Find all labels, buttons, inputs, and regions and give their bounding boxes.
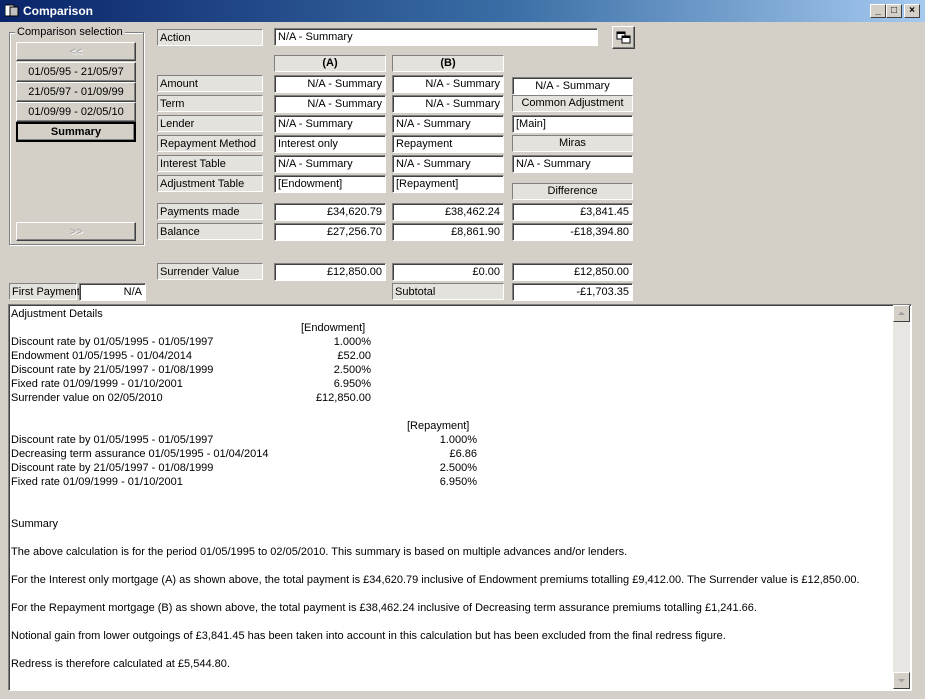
- close-button[interactable]: ×: [904, 4, 920, 18]
- payments-difference-field[interactable]: £3,841.45: [512, 203, 633, 221]
- payments-made-label: Payments made: [157, 203, 263, 220]
- next-button[interactable]: >>: [16, 222, 136, 241]
- amount-c-field[interactable]: N/A - Summary: [512, 77, 633, 95]
- cascade-windows-icon: [616, 31, 631, 44]
- endowment-line-label: Fixed rate 01/09/1999 - 01/10/2001: [11, 378, 183, 390]
- endowment-line-label: Discount rate by 01/05/1995 - 01/05/1997: [11, 336, 214, 348]
- amount-label: Amount: [157, 75, 263, 92]
- repayment-line-label: Discount rate by 21/05/1997 - 01/08/1999: [11, 462, 214, 474]
- comparison-selection-label: Comparison selection: [15, 26, 125, 38]
- endowment-line-value: 2.500%: [333, 364, 371, 376]
- miras-field[interactable]: N/A - Summary: [512, 155, 633, 173]
- repayment-line-label: Discount rate by 01/05/1995 - 01/05/1997: [11, 434, 214, 446]
- scroll-down-button[interactable]: [893, 672, 910, 689]
- action-field[interactable]: N/A - Summary: [274, 28, 598, 46]
- balance-label: Balance: [157, 223, 263, 240]
- interest-table-label: Interest Table: [157, 155, 263, 172]
- repayment-line-value: 1.000%: [439, 434, 477, 446]
- amount-b-field[interactable]: N/A - Summary: [392, 75, 504, 93]
- summary-paragraph: Redress is therefore calculated at £5,54…: [11, 658, 230, 670]
- summary-button[interactable]: Summary: [16, 122, 136, 142]
- compare-windows-button[interactable]: [612, 26, 635, 49]
- repayment-header: [Repayment]: [407, 420, 470, 432]
- repayment-line-value: 6.950%: [439, 476, 477, 488]
- repayment-line-label: Decreasing term assurance 01/05/1995 - 0…: [11, 448, 269, 460]
- adjustment-table-label: Adjustment Table: [157, 175, 263, 192]
- surrender-value-label: Surrender Value: [157, 263, 263, 280]
- endowment-line-value: 6.950%: [333, 378, 371, 390]
- app-icon: [5, 4, 19, 17]
- balance-a-field[interactable]: £27,256.70: [274, 223, 386, 241]
- arrow-up-icon: [898, 311, 905, 315]
- subtotal-field[interactable]: -£1,703.35: [512, 283, 633, 301]
- term-b-field[interactable]: N/A - Summary: [392, 95, 504, 113]
- payments-made-b-field[interactable]: £38,462.24: [392, 203, 504, 221]
- endowment-line-value: 1.000%: [333, 336, 371, 348]
- surrender-difference-field[interactable]: £12,850.00: [512, 263, 633, 281]
- title-bar[interactable]: [0, 0, 925, 22]
- first-payment-field[interactable]: N/A: [79, 283, 146, 301]
- period-item-3[interactable]: 01/09/99 - 02/05/10: [16, 102, 136, 122]
- endowment-line-label: Discount rate by 21/05/1997 - 01/08/1999: [11, 364, 214, 376]
- surrender-value-b-field[interactable]: £0.00: [392, 263, 504, 281]
- balance-b-field[interactable]: £8,861.90: [392, 223, 504, 241]
- summary-paragraph: For the Repayment mortgage (B) as shown …: [11, 602, 757, 614]
- scroll-up-button[interactable]: [893, 305, 910, 322]
- surrender-value-a-field[interactable]: £12,850.00: [274, 263, 386, 281]
- period-item-1[interactable]: 01/05/95 - 21/05/97: [16, 62, 136, 82]
- lender-b-field[interactable]: N/A - Summary: [392, 115, 504, 133]
- adjustment-table-b-field[interactable]: [Repayment]: [392, 175, 504, 193]
- common-adjustment-header: Common Adjustment: [512, 95, 633, 112]
- term-a-field[interactable]: N/A - Summary: [274, 95, 386, 113]
- interest-table-a-field[interactable]: N/A - Summary: [274, 155, 386, 173]
- miras-header: Miras: [512, 135, 633, 152]
- repayment-method-b-field[interactable]: Repayment: [392, 135, 504, 153]
- difference-header: Difference: [512, 183, 633, 200]
- summary-paragraph: The above calculation is for the period …: [11, 546, 628, 558]
- repayment-method-a-field[interactable]: Interest only: [274, 135, 386, 153]
- endowment-line-label: Endowment 01/05/1995 - 01/04/2014: [11, 350, 193, 362]
- endowment-line-label: Surrender value on 02/05/2010: [11, 392, 163, 404]
- summary-paragraph: For the Interest only mortgage (A) as sh…: [11, 574, 860, 586]
- endowment-line-value: £12,850.00: [315, 392, 371, 404]
- adjustment-table-a-field[interactable]: [Endowment]: [274, 175, 386, 193]
- summary-paragraph: Notional gain from lower outgoings of £3…: [11, 630, 726, 642]
- repayment-line-value: 2.500%: [439, 462, 477, 474]
- maximize-button[interactable]: □: [886, 4, 902, 18]
- summary-heading: Summary: [11, 518, 59, 530]
- report-heading: Adjustment Details: [11, 308, 103, 320]
- repayment-method-label: Repayment Method: [157, 135, 263, 152]
- amount-a-field[interactable]: N/A - Summary: [274, 75, 386, 93]
- endowment-line-value: £52.00: [337, 350, 371, 362]
- column-a-header: (A): [274, 55, 386, 72]
- adjustment-details-report[interactable]: Adjustment Details [Endowment] Discount …: [8, 304, 912, 691]
- payments-made-a-field[interactable]: £34,620.79: [274, 203, 386, 221]
- interest-table-b-field[interactable]: N/A - Summary: [392, 155, 504, 173]
- arrow-down-icon: [898, 679, 905, 683]
- period-item-2[interactable]: 21/05/97 - 01/09/99: [16, 82, 136, 102]
- first-payment-label: First Payment: [9, 283, 80, 300]
- report-scrollbar[interactable]: [893, 305, 910, 689]
- subtotal-label: Subtotal: [392, 283, 504, 300]
- lender-a-field[interactable]: N/A - Summary: [274, 115, 386, 133]
- previous-button[interactable]: <<: [16, 42, 136, 61]
- common-adjustment-field[interactable]: [Main]: [512, 115, 633, 133]
- repayment-line-value: £6.86: [449, 448, 477, 460]
- action-label: Action: [157, 29, 263, 46]
- window-title: Comparison: [23, 4, 94, 18]
- lender-label: Lender: [157, 115, 263, 132]
- column-b-header: (B): [392, 55, 504, 72]
- minimize-button[interactable]: _: [870, 4, 886, 18]
- balance-difference-field[interactable]: -£18,394.80: [512, 223, 633, 241]
- term-label: Term: [157, 95, 263, 112]
- endowment-header: [Endowment]: [301, 322, 366, 334]
- repayment-line-label: Fixed rate 01/09/1999 - 01/10/2001: [11, 476, 183, 488]
